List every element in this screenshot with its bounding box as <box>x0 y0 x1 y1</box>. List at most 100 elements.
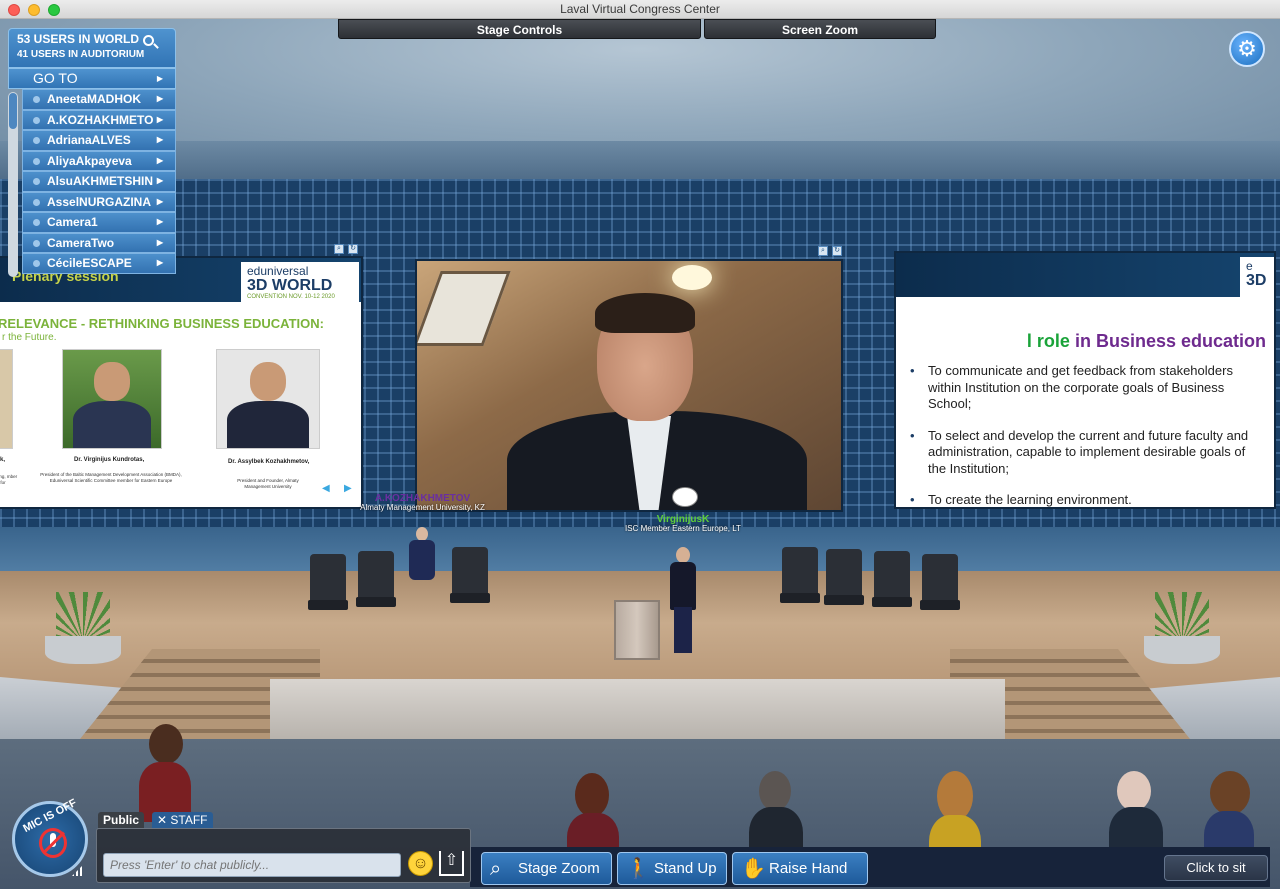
status-icon <box>33 116 40 124</box>
stage-chair[interactable] <box>780 547 820 603</box>
standing-avatar[interactable] <box>666 547 700 657</box>
user-list-item[interactable]: Camera1 ▶ <box>22 212 176 233</box>
plant-right <box>1144 589 1220 664</box>
slide-prev-icon[interactable]: ◀ <box>322 483 330 494</box>
goto-menu-button[interactable]: GO TO ▶ <box>8 68 176 89</box>
status-icon <box>33 178 40 185</box>
close-icon[interactable]: ✕ <box>157 813 167 827</box>
chevron-right-icon: ▶ <box>156 217 163 226</box>
status-icon <box>33 198 40 206</box>
podium <box>614 600 660 660</box>
chevron-right-icon: ▶ <box>156 135 163 144</box>
slide-bullets: To communicate and get feedback from sta… <box>910 363 1265 507</box>
tab-staff-chat[interactable]: ✕ STAFF <box>152 812 213 828</box>
slide-bullet: To create the learning environment. <box>910 492 1265 507</box>
refresh-screen-icon[interactable]: ↻ <box>832 246 842 256</box>
stage-chair[interactable] <box>356 551 396 607</box>
status-icon <box>33 96 40 103</box>
zoom-screen-icon[interactable]: ⌕ <box>818 246 828 256</box>
video-lamp <box>672 265 712 290</box>
eduniversal-logo: e 3D <box>1240 257 1274 297</box>
user-list-item[interactable]: AsselNURGAZINA ▶ <box>22 191 176 212</box>
user-list-item[interactable]: AlsuAKHMETSHIN ▶ <box>22 171 176 192</box>
status-icon <box>33 137 40 144</box>
user-list-item[interactable]: CameraTwo ▶ <box>22 232 176 253</box>
left-presentation-screen[interactable]: Plenary session eduniversal 3D WORLD CON… <box>0 256 363 509</box>
stage-chair[interactable] <box>308 554 348 610</box>
center-video-screen[interactable] <box>415 259 843 512</box>
user-list-item[interactable]: CécileESCAPE ▶ <box>22 253 176 274</box>
speaker-name: Dr. Assylbek Kozhakhmetov, <box>228 459 310 465</box>
user-list-panel: 53 USERS IN WORLD 41 USERS IN AUDITORIUM… <box>8 28 176 277</box>
gear-icon[interactable]: ⚙ <box>1229 31 1265 67</box>
user-list-item[interactable]: AdrianaALVES ▶ <box>22 130 176 151</box>
speaker-desc: President of the Baltic Management Devel… <box>40 472 182 483</box>
stage-zoom-button[interactable]: ⌕ Stage Zoom <box>481 852 612 885</box>
refresh-screen-icon[interactable]: ↻ <box>348 244 358 254</box>
auditorium-scene[interactable]: Plenary session eduniversal 3D WORLD CON… <box>0 19 1280 889</box>
zoom-screen-icon[interactable]: ⌕ <box>334 244 344 254</box>
chevron-right-icon: ▶ <box>156 94 163 103</box>
stage-front <box>270 679 1005 739</box>
avatar-nametag: A.KOZHAKHMETOV Almaty Management Univers… <box>360 493 485 513</box>
tab-staff-label: STAFF <box>170 813 208 827</box>
chat-input[interactable] <box>103 853 401 877</box>
click-to-sit-button[interactable]: Click to sit <box>1164 855 1268 881</box>
status-icon <box>33 260 40 267</box>
search-icon[interactable] <box>143 35 154 46</box>
chevron-right-icon: ▶ <box>156 176 163 185</box>
chevron-right-icon: ▶ <box>156 258 163 267</box>
stage-chair[interactable] <box>872 551 912 607</box>
hand-icon: ✋ <box>741 858 766 880</box>
user-list-item[interactable]: A.KOZHAKHMETOV ▶ <box>22 109 176 130</box>
stage-chair[interactable] <box>450 547 490 603</box>
users-in-auditorium: 41 USERS IN AUDITORIUM <box>17 49 145 60</box>
magnifier-icon: ⌕ <box>490 858 502 880</box>
avatar-nametag: VirginijusK ISC Member Eastern Europe, L… <box>625 514 741 534</box>
speaker-photo <box>0 349 13 449</box>
upload-icon[interactable]: ⇧ <box>439 851 464 876</box>
eduniversal-logo: eduniversal 3D WORLD CONVENTION NOV. 10-… <box>241 262 359 302</box>
speech-bubble-icon <box>672 487 698 507</box>
screen-zoom-button[interactable]: Screen Zoom <box>704 19 936 39</box>
chevron-right-icon: ▶ <box>156 155 163 165</box>
slide-title: l role in Business education <box>1026 331 1266 351</box>
stage-chair[interactable] <box>824 549 864 605</box>
ceiling-band <box>0 141 1280 181</box>
user-count-box: 53 USERS IN WORLD 41 USERS IN AUDITORIUM <box>8 28 176 68</box>
window-titlebar: Laval Virtual Congress Center <box>0 0 1280 19</box>
status-icon <box>33 219 40 226</box>
seated-avatar[interactable] <box>406 527 438 587</box>
status-icon <box>33 239 40 247</box>
smiley-icon[interactable]: ☺ <box>408 851 433 876</box>
presenter-hair <box>595 293 695 333</box>
raise-hand-button[interactable]: ✋ Raise Hand <box>732 852 868 885</box>
slide-bullet: To select and develop the current and fu… <box>910 428 1265 478</box>
slide-title: RELEVANCE - RETHINKING BUSINESS EDUCATIO… <box>0 316 324 331</box>
slide-bullet: To communicate and get feedback from sta… <box>910 363 1265 413</box>
speaker-desc: nsulting, mber for <box>0 474 18 485</box>
stage-chair[interactable] <box>920 554 960 610</box>
user-list-item[interactable]: AneetaMADHOK ▶ <box>22 89 176 110</box>
stand-up-button[interactable]: 🚶 Stand Up <box>617 852 727 885</box>
slide-header: e 3D <box>896 253 1274 297</box>
right-presentation-screen[interactable]: e 3D l role in Business education To com… <box>894 251 1276 509</box>
window-title: Laval Virtual Congress Center <box>560 2 720 16</box>
status-icon <box>33 157 40 165</box>
plant-left <box>45 589 121 664</box>
user-list-scrollbar[interactable] <box>8 92 18 277</box>
mic-toggle-button[interactable]: MIC IS OFF <box>12 797 88 877</box>
speaker-desc: President and Founder, Almaty Management… <box>237 478 299 489</box>
speaker-photo <box>62 349 162 449</box>
user-list-item[interactable]: AliyaAkpayeva ▶ <box>22 150 176 171</box>
audience-avatar[interactable] <box>135 724 195 824</box>
chevron-right-icon: ▶ <box>156 237 163 247</box>
chevron-right-icon: ▶ <box>156 114 163 124</box>
scrollbar-thumb[interactable] <box>9 93 17 129</box>
slide-subtitle: r the Future. <box>2 332 57 343</box>
slide-next-icon[interactable]: ▶ <box>344 483 352 494</box>
chevron-right-icon: ▶ <box>156 196 163 206</box>
person-icon: 🚶 <box>626 858 651 880</box>
tab-public-chat[interactable]: Public <box>98 812 145 828</box>
stage-controls-button[interactable]: Stage Controls <box>338 19 701 39</box>
